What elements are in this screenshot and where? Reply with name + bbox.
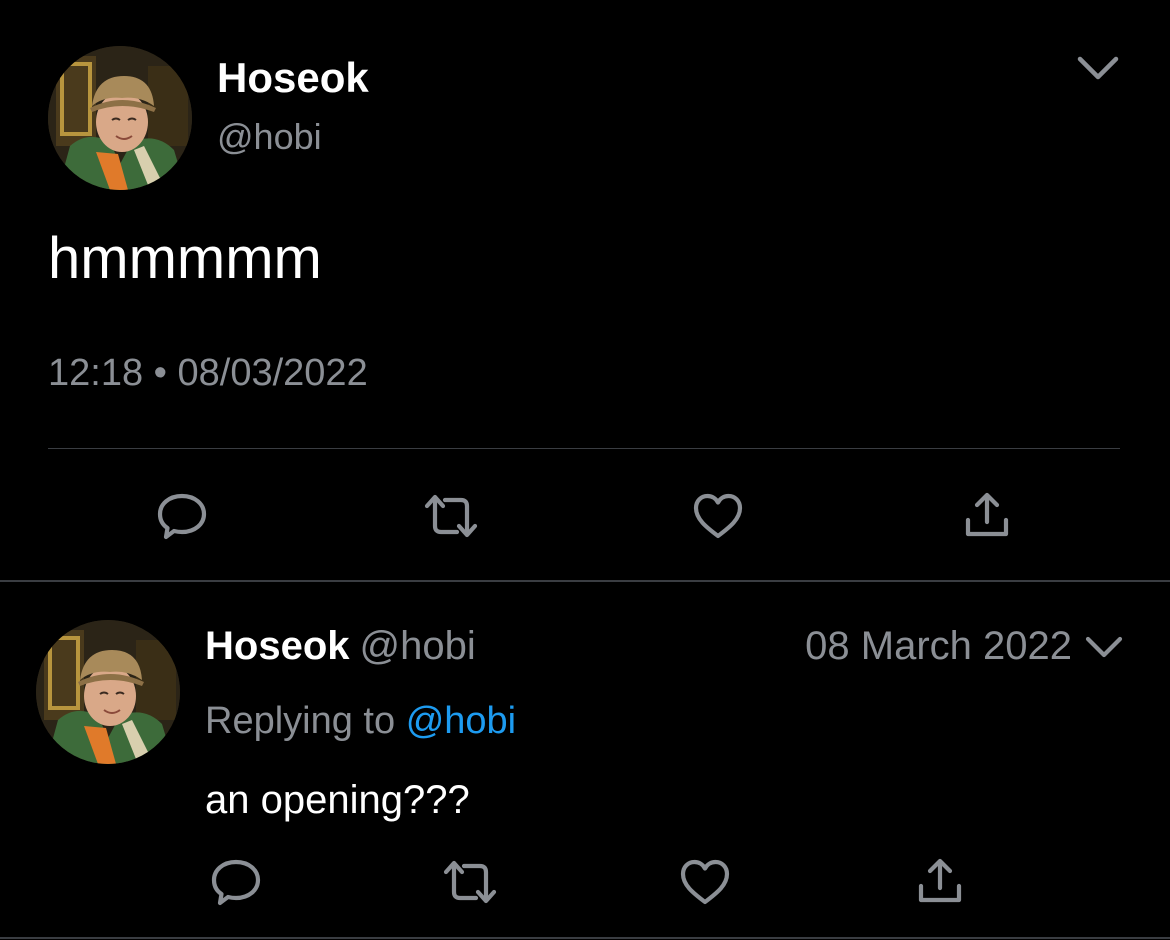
- retweet-button[interactable]: [438, 850, 502, 914]
- retweet-button[interactable]: [419, 484, 483, 548]
- replying-to-label: Replying to: [205, 700, 396, 742]
- reply-icon: [157, 493, 207, 540]
- tweet-text: hmmmmm: [48, 226, 322, 291]
- reply-header: Hoseok @hobi: [205, 622, 476, 670]
- replying-to-handle-link[interactable]: @hobi: [406, 700, 516, 742]
- user-handle[interactable]: @hobi: [217, 115, 322, 159]
- heart-icon: [693, 493, 743, 539]
- share-icon: [965, 492, 1009, 537]
- share-button[interactable]: [955, 484, 1019, 548]
- avatar-photo: [48, 46, 192, 190]
- replying-to: Replying to @hobi: [205, 698, 516, 744]
- tweet-date[interactable]: 08 March 2022: [805, 622, 1072, 670]
- heart-icon: [680, 859, 730, 905]
- avatar[interactable]: [48, 46, 192, 190]
- retweet-icon: [424, 494, 478, 538]
- reply-button[interactable]: [204, 850, 268, 914]
- chevron-down-icon[interactable]: [1082, 630, 1126, 664]
- display-name[interactable]: Hoseok: [217, 54, 369, 102]
- share-button[interactable]: [908, 850, 972, 914]
- like-button[interactable]: [686, 484, 750, 548]
- divider: [48, 448, 1120, 449]
- display-name[interactable]: Hoseok: [205, 624, 350, 668]
- reply-button[interactable]: [150, 484, 214, 548]
- like-button[interactable]: [673, 850, 737, 914]
- section-divider: [0, 580, 1170, 582]
- avatar-photo: [36, 620, 180, 764]
- chevron-down-icon[interactable]: [1074, 50, 1122, 86]
- user-handle[interactable]: @hobi: [360, 624, 476, 668]
- tweet-text: an opening???: [205, 778, 470, 822]
- retweet-icon: [443, 860, 497, 904]
- reply-icon: [211, 859, 261, 906]
- share-icon: [918, 858, 962, 903]
- divider: [0, 937, 1170, 939]
- tweet-timestamp[interactable]: 12:18 • 08/03/2022: [48, 350, 368, 396]
- avatar[interactable]: [36, 620, 180, 764]
